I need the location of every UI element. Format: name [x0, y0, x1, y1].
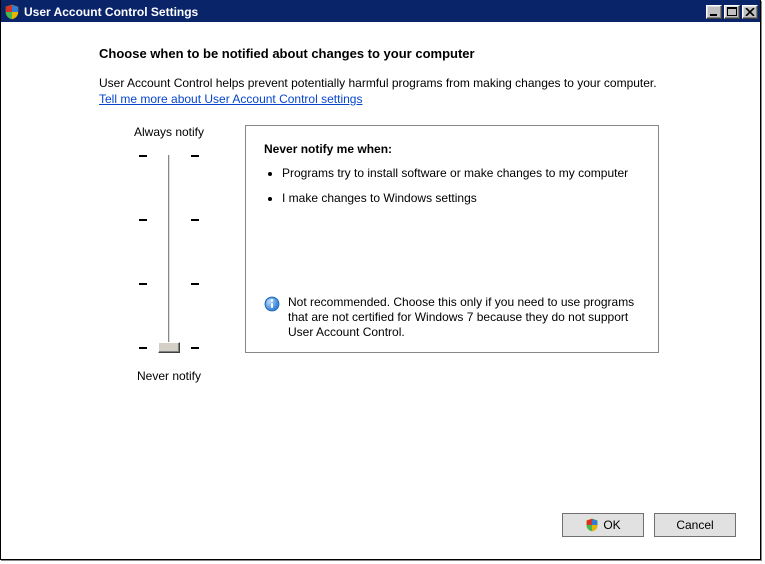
window-frame: User Account Control Settings Choose whe…	[0, 0, 761, 560]
panel-bullet: I make changes to Windows settings	[282, 191, 640, 206]
shield-icon	[585, 518, 599, 532]
uac-slider[interactable]	[139, 147, 199, 361]
slider-thumb[interactable]	[158, 342, 180, 353]
shield-icon	[4, 4, 20, 20]
page-title: Choose when to be notified about changes…	[99, 46, 742, 61]
slider-tick	[139, 155, 199, 157]
description-text: User Account Control helps prevent poten…	[99, 76, 657, 90]
cancel-button-label: Cancel	[676, 518, 713, 532]
panel-note: Not recommended. Choose this only if you…	[288, 295, 640, 340]
client-area: Choose when to be notified about changes…	[1, 22, 760, 559]
minimize-button[interactable]	[706, 5, 722, 19]
maximize-button[interactable]	[724, 5, 740, 19]
panel-note-row: Not recommended. Choose this only if you…	[264, 295, 640, 340]
info-icon	[264, 296, 280, 312]
cancel-button[interactable]: Cancel	[654, 513, 736, 537]
panel-bullet-list: Programs try to install software or make…	[282, 166, 640, 216]
panel-bullet: Programs try to install software or make…	[282, 166, 640, 181]
ok-button[interactable]: OK	[562, 513, 644, 537]
slider-bottom-label: Never notify	[137, 369, 201, 383]
panel-heading: Never notify me when:	[264, 142, 640, 156]
description-block: User Account Control helps prevent poten…	[99, 75, 742, 107]
middle-section: Always notify Never notify Never notify …	[99, 125, 742, 383]
titlebar: User Account Control Settings	[1, 0, 760, 22]
slider-track	[168, 155, 170, 353]
slider-tick	[139, 283, 199, 285]
button-row: OK Cancel	[19, 513, 742, 541]
slider-top-label: Always notify	[134, 125, 204, 139]
slider-tick	[139, 219, 199, 221]
window-controls	[704, 5, 760, 19]
slider-column: Always notify Never notify	[99, 125, 239, 383]
window-title: User Account Control Settings	[24, 4, 704, 19]
notify-panel: Never notify me when: Programs try to in…	[245, 125, 659, 353]
close-button[interactable]	[742, 5, 758, 19]
ok-button-label: OK	[603, 518, 620, 532]
help-link[interactable]: Tell me more about User Account Control …	[99, 92, 362, 106]
